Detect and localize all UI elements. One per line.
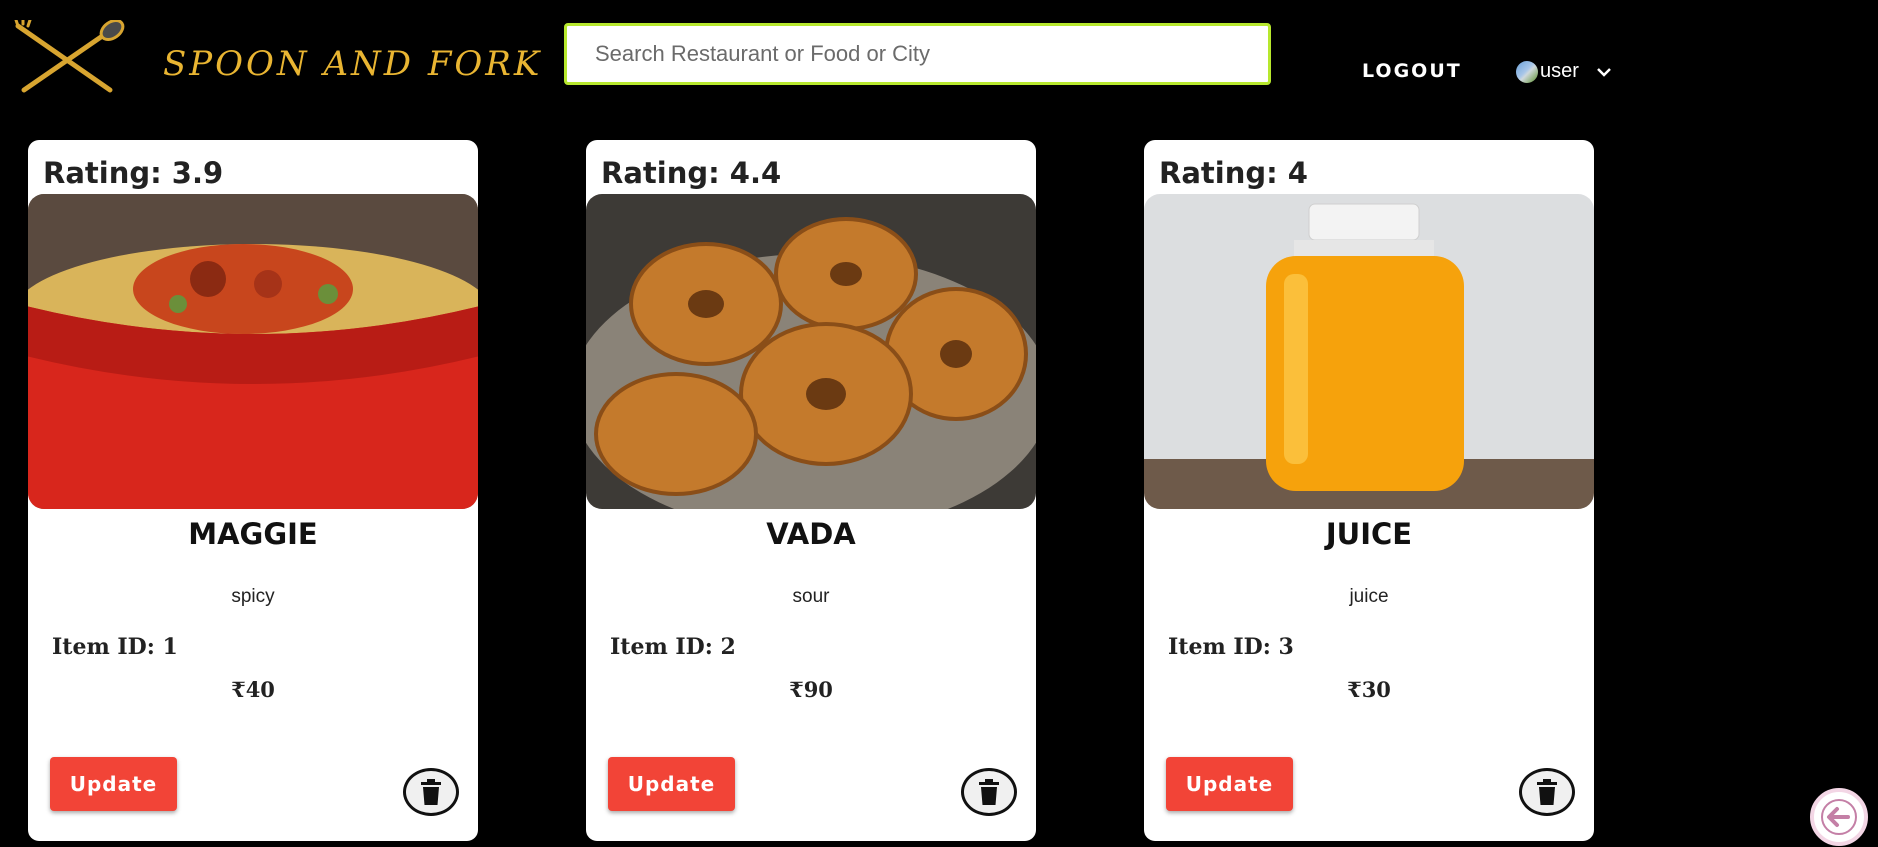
food-card: Rating: 4.4 VADA sour Item ID: 2 ₹90 Upd…	[586, 140, 1036, 841]
trash-icon	[421, 779, 441, 805]
back-arrow-icon	[1821, 799, 1857, 835]
avatar	[1516, 60, 1538, 83]
item-description: sour	[792, 586, 830, 607]
item-price: ₹40	[231, 677, 275, 702]
food-image	[586, 194, 1036, 509]
spoon-fork-logo-icon	[14, 16, 126, 96]
back-button[interactable]	[1810, 788, 1868, 846]
delete-button[interactable]	[403, 768, 459, 816]
item-name: JUICE	[1325, 517, 1413, 551]
update-button[interactable]: Update	[50, 757, 177, 811]
food-card: Rating: 3.9 MAGGIE spicy Item ID: 1 ₹40 …	[28, 140, 478, 841]
food-image	[1144, 194, 1594, 509]
delete-button[interactable]	[961, 768, 1017, 816]
user-menu[interactable]: user	[1516, 60, 1613, 83]
delete-button[interactable]	[1519, 768, 1575, 816]
brand-title: SPOON AND FORK	[163, 44, 543, 84]
item-id: Item ID: 2	[610, 634, 736, 660]
trash-icon	[979, 779, 999, 805]
update-button[interactable]: Update	[1166, 757, 1293, 811]
trash-icon	[1537, 779, 1557, 805]
item-description: spicy	[231, 586, 275, 607]
logout-button[interactable]: LOGOUT	[1362, 60, 1462, 82]
rating: Rating: 4	[1159, 156, 1308, 190]
item-id: Item ID: 1	[52, 634, 178, 660]
food-image	[28, 194, 478, 509]
user-label: user	[1540, 60, 1579, 82]
item-description: juice	[1349, 586, 1389, 607]
item-price: ₹90	[789, 677, 833, 702]
food-card: Rating: 4 JUICE juice Item ID: 3 ₹30 Upd…	[1144, 140, 1594, 841]
item-name: MAGGIE	[188, 517, 318, 551]
rating: Rating: 3.9	[43, 156, 224, 190]
rating: Rating: 4.4	[601, 156, 782, 190]
item-price: ₹30	[1347, 677, 1391, 702]
update-button[interactable]: Update	[608, 757, 735, 811]
chevron-down-icon	[1597, 67, 1611, 77]
item-name: VADA	[766, 517, 856, 551]
item-id: Item ID: 3	[1168, 634, 1294, 660]
search-input[interactable]	[564, 23, 1271, 85]
